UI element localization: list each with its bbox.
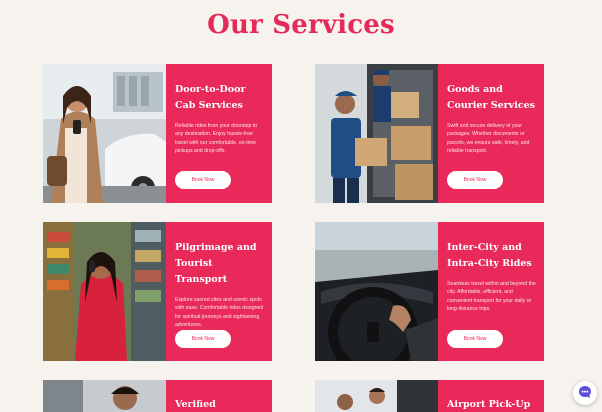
page-title: Our Services xyxy=(207,10,395,40)
service-description: Reliable rides from your doorstep to any… xyxy=(175,123,258,155)
service-title: Pilgrimage and Tourist Transport xyxy=(175,242,257,285)
service-description: Seamless travel within and beyond the ci… xyxy=(447,281,536,313)
service-image-airport xyxy=(315,380,438,412)
service-title: Door-to-Door Cab Services xyxy=(175,84,246,111)
service-description: Explore sacred sites and scenic spots wi… xyxy=(175,297,264,329)
service-panel: Pilgrimage and Tourist Transport Explore… xyxy=(166,222,272,361)
service-title: Verified Professional xyxy=(175,399,216,410)
chat-assistant-icon xyxy=(578,384,592,403)
service-title: Inter-City and Intra-City Rides xyxy=(447,242,532,269)
service-card-pilgrimage: Pilgrimage and Tourist Transport Explore… xyxy=(43,222,272,361)
service-title: Goods and Courier Services xyxy=(447,84,535,111)
service-image-verified-professional xyxy=(43,380,166,412)
service-image-pilgrimage xyxy=(43,222,166,361)
service-image-intercity xyxy=(315,222,438,361)
service-card-door-to-door: Door-to-Door Cab Services Reliable rides… xyxy=(43,64,272,203)
service-image-goods-courier xyxy=(315,64,438,203)
service-panel: Door-to-Door Cab Services Reliable rides… xyxy=(166,64,272,203)
book-now-button[interactable]: Book Now xyxy=(447,171,503,189)
chat-assistant-button[interactable] xyxy=(573,381,597,405)
service-title: Airport Pick-Up and xyxy=(447,399,531,410)
service-card-goods-courier: Goods and Courier Services Swift and sec… xyxy=(315,64,544,203)
service-panel: Goods and Courier Services Swift and sec… xyxy=(438,64,544,203)
service-image-door-to-door xyxy=(43,64,166,203)
service-panel: Airport Pick-Up and xyxy=(438,380,544,412)
service-card-verified-professional: Verified Professional xyxy=(43,380,272,412)
book-now-button[interactable]: Book Now xyxy=(447,330,503,348)
book-now-button[interactable]: Book Now xyxy=(175,330,231,348)
service-description: Swift and secure delivery of your packag… xyxy=(447,123,530,155)
service-card-intercity: Inter-City and Intra-City Rides Seamless… xyxy=(315,222,544,361)
service-card-airport: Airport Pick-Up and xyxy=(315,380,544,412)
book-now-button[interactable]: Book Now xyxy=(175,171,231,189)
service-panel: Verified Professional xyxy=(166,380,272,412)
service-panel: Inter-City and Intra-City Rides Seamless… xyxy=(438,222,544,361)
